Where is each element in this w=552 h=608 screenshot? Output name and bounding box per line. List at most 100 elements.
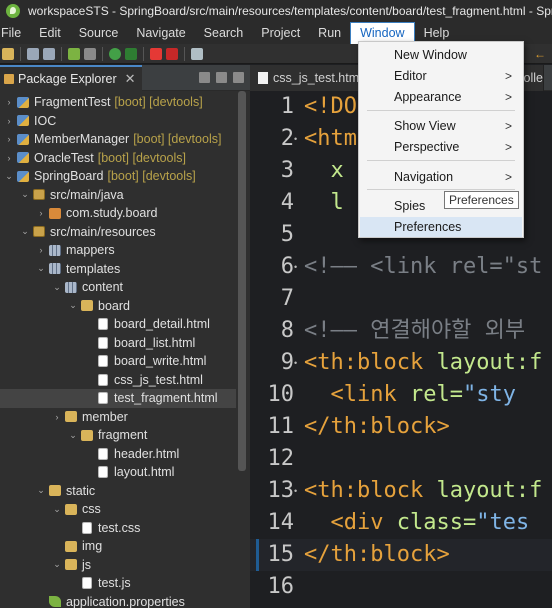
collapse-all-icon[interactable]: [199, 72, 210, 83]
folder-icon: [65, 411, 77, 423]
tree-item[interactable]: ⌄ static: [0, 482, 236, 501]
menu-search[interactable]: Search: [195, 22, 253, 44]
expanded-chevron-icon[interactable]: ⌄: [36, 263, 46, 274]
tree-item[interactable]: › FragmentTest [boot] [devtools]: [0, 93, 236, 112]
tree-item[interactable]: › MemberManager [boot] [devtools]: [0, 130, 236, 149]
collapsed-chevron-icon[interactable]: ›: [36, 208, 46, 218]
tree-item[interactable]: board_list.html: [0, 334, 236, 353]
menu-item-editor[interactable]: Editor >: [360, 66, 522, 86]
menu-separator: [367, 189, 515, 190]
run-icon[interactable]: [109, 47, 121, 60]
menu-item-preferences[interactable]: Preferences: [360, 217, 522, 237]
tree-item[interactable]: ⌄ templates: [0, 260, 236, 279]
package-icon: [49, 207, 61, 219]
tree-item[interactable]: › com.study.board: [0, 204, 236, 223]
editor-tab-css-js-test-html[interactable]: css_js_test.html: [250, 64, 371, 91]
tree-item[interactable]: › member: [0, 408, 236, 427]
save-all-icon[interactable]: [43, 47, 55, 60]
menu-edit[interactable]: Edit: [30, 22, 70, 44]
view-menu-icon[interactable]: [233, 72, 244, 83]
new-icon[interactable]: [2, 47, 14, 60]
expanded-chevron-icon[interactable]: ⌄: [68, 430, 78, 441]
stop-icon[interactable]: [150, 47, 162, 60]
collapsed-chevron-icon[interactable]: ›: [4, 134, 14, 144]
tree-item[interactable]: application.properties: [0, 593, 236, 608]
tree-item[interactable]: ⌄ js: [0, 556, 236, 575]
relaunch-icon[interactable]: [166, 47, 178, 60]
expanded-chevron-icon[interactable]: ⌄: [20, 189, 30, 200]
menu-item-appearance[interactable]: Appearance >: [360, 87, 522, 107]
tree-item[interactable]: header.html: [0, 445, 236, 464]
tree-item[interactable]: test_fragment.html: [0, 389, 236, 408]
expanded-chevron-icon[interactable]: ⌄: [68, 300, 78, 311]
back-arrow-icon[interactable]: ←: [534, 48, 546, 60]
tree-item[interactable]: test.js: [0, 574, 236, 593]
expanded-chevron-icon[interactable]: ⌄: [52, 559, 62, 570]
menu-item-label: Appearance: [394, 90, 462, 104]
tree-item-label: layout.html: [114, 465, 175, 480]
html-file-icon: [98, 355, 108, 368]
tree-item-label: src/main/resources: [50, 224, 156, 239]
expanded-chevron-icon[interactable]: ⌄: [52, 282, 62, 293]
tab-package-explorer[interactable]: Package Explorer ✕: [0, 64, 142, 91]
menu-source[interactable]: Source: [70, 22, 128, 44]
code-line: <link rel="sty: [304, 379, 515, 411]
tree-item-label: test.css: [98, 520, 141, 535]
collapsed-chevron-icon[interactable]: ›: [52, 412, 62, 422]
tree-item[interactable]: ⌄ css: [0, 500, 236, 519]
title-bar: workspaceSTS - SpringBoard/src/main/reso…: [0, 0, 552, 22]
code-token: <!—— 연결해야할 외부: [304, 318, 526, 343]
tree-item[interactable]: board_detail.html: [0, 315, 236, 334]
expanded-chevron-icon[interactable]: ⌄: [4, 171, 14, 182]
fold-marker-icon[interactable]: •: [294, 347, 297, 379]
tree-item[interactable]: layout.html: [0, 463, 236, 482]
collapsed-chevron-icon[interactable]: ›: [36, 245, 46, 255]
tree-item[interactable]: test.css: [0, 519, 236, 538]
debug-icon[interactable]: [125, 47, 137, 60]
tree-item[interactable]: board_write.html: [0, 352, 236, 371]
menu-item-navigation[interactable]: Navigation >: [360, 167, 522, 187]
menu-file[interactable]: File: [0, 22, 30, 44]
fold-marker-icon[interactable]: •: [294, 251, 297, 283]
tree-item[interactable]: ⌄ src/main/java: [0, 186, 236, 205]
code-token: "tes: [476, 510, 530, 535]
menu-run[interactable]: Run: [309, 22, 350, 44]
fold-marker-icon[interactable]: •: [294, 475, 297, 507]
tree-item[interactable]: ⌄ board: [0, 297, 236, 316]
tree-item[interactable]: css_js_test.html: [0, 371, 236, 390]
toolbar-separator: [20, 46, 21, 61]
collapsed-chevron-icon[interactable]: ›: [4, 116, 14, 126]
link-with-editor-icon[interactable]: [216, 72, 227, 83]
save-icon[interactable]: [27, 47, 39, 60]
tree-item[interactable]: ⌄ content: [0, 278, 236, 297]
expanded-chevron-icon[interactable]: ⌄: [36, 485, 46, 496]
toolbar-separator: [61, 46, 62, 61]
tree-item-label: test.js: [98, 576, 131, 591]
menu-item-label: Show View: [394, 119, 456, 133]
tree-item[interactable]: img: [0, 537, 236, 556]
collapsed-chevron-icon[interactable]: ›: [4, 97, 14, 107]
tree-item[interactable]: ⌄ SpringBoard [boot] [devtools]: [0, 167, 236, 186]
menu-navigate[interactable]: Navigate: [127, 22, 194, 44]
tree-item[interactable]: ⌄ fragment: [0, 426, 236, 445]
spring-dashboard-icon[interactable]: [68, 47, 80, 60]
close-icon[interactable]: ✕: [125, 71, 136, 87]
tree-item[interactable]: › mappers: [0, 241, 236, 260]
menu-item-perspective[interactable]: Perspective >: [360, 137, 522, 157]
collapsed-chevron-icon[interactable]: ›: [4, 153, 14, 163]
html-file-icon: [98, 392, 108, 405]
tree-item[interactable]: › OracleTest [boot] [devtools]: [0, 149, 236, 168]
tree-scrollbar[interactable]: [238, 91, 246, 471]
expanded-chevron-icon[interactable]: ⌄: [20, 226, 30, 237]
debug-skip-icon[interactable]: [84, 47, 96, 60]
source-folder-icon: [33, 226, 45, 238]
menu-item-new-window[interactable]: New Window: [360, 45, 522, 65]
tree-item[interactable]: ⌄ src/main/resources: [0, 223, 236, 242]
menu-item-show-view[interactable]: Show View >: [360, 116, 522, 136]
expanded-chevron-icon[interactable]: ⌄: [52, 504, 62, 515]
fold-marker-icon[interactable]: •: [294, 123, 297, 155]
code-token: <div: [304, 510, 397, 535]
menu-project[interactable]: Project: [252, 22, 309, 44]
external-tools-icon[interactable]: [191, 47, 203, 60]
tree-item[interactable]: › IOC: [0, 112, 236, 131]
